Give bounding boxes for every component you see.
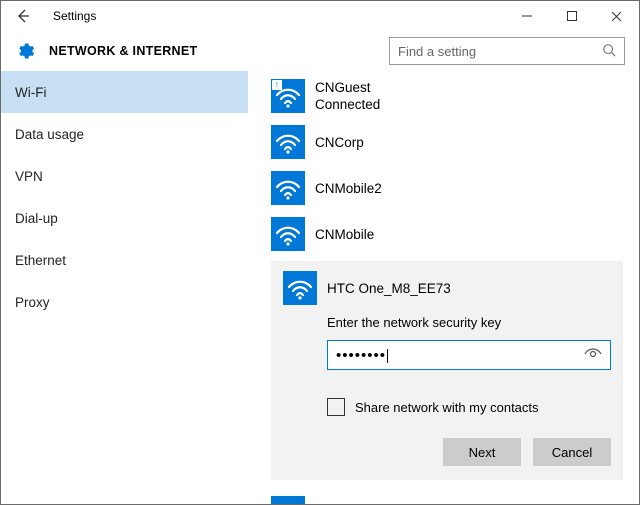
titlebar: Settings	[1, 1, 639, 31]
network-status: Connected	[315, 96, 380, 113]
wifi-icon	[271, 217, 305, 251]
gear-icon	[15, 41, 35, 61]
share-checkbox[interactable]	[327, 398, 345, 416]
search-icon	[602, 43, 616, 60]
content-area: ! CNGuestConnected CNCorp CNMobile2 CNMobile…	[249, 71, 639, 504]
search-input[interactable]: Find a setting	[389, 37, 625, 65]
sidebar-item-wi-fi[interactable]: Wi-Fi	[1, 71, 248, 113]
sidebar-item-vpn[interactable]: VPN	[1, 155, 248, 197]
network-name: CNCorp	[315, 134, 364, 151]
security-key-prompt: Enter the network security key	[327, 315, 611, 330]
sidebar-item-proxy[interactable]: Proxy	[1, 281, 248, 323]
sidebar: Wi-FiData usageVPNDial-upEthernetProxy	[1, 71, 249, 504]
page-header: NETWORK & INTERNET Find a setting	[1, 31, 639, 71]
wifi-icon	[283, 271, 317, 305]
network-name: CNGuestConnected	[315, 79, 380, 113]
network-item-selected[interactable]: HTC One_M8_EE73	[283, 271, 611, 315]
wifi-icon	[271, 125, 305, 159]
network-item[interactable]: CNMobile2	[271, 165, 639, 211]
network-name: CNMobile	[315, 226, 374, 243]
minimize-button[interactable]	[504, 1, 549, 31]
wifi-icon	[271, 171, 305, 205]
network-item[interactable]: CNMobile	[271, 211, 639, 257]
sidebar-item-ethernet[interactable]: Ethernet	[1, 239, 248, 281]
window-controls	[504, 1, 639, 31]
cancel-button[interactable]: Cancel	[533, 438, 611, 466]
search-placeholder: Find a setting	[398, 44, 602, 59]
network-name: HTC One_M8_EE73	[327, 280, 451, 297]
password-mask: ••••••••	[336, 347, 584, 364]
next-button[interactable]: Next	[443, 438, 521, 466]
network-item[interactable]: ! CNGuestConnected	[271, 73, 639, 119]
sidebar-item-dial-up[interactable]: Dial-up	[1, 197, 248, 239]
network-item[interactable]: Caroline's iPhone	[271, 490, 639, 504]
password-input[interactable]: ••••••••	[327, 340, 611, 370]
wifi-icon	[271, 496, 305, 504]
back-button[interactable]	[9, 2, 37, 30]
connect-panel: HTC One_M8_EE73 Enter the network securi…	[271, 261, 623, 480]
network-item[interactable]: CNCorp	[271, 119, 639, 165]
page-title: NETWORK & INTERNET	[49, 44, 197, 58]
sidebar-item-data-usage[interactable]: Data usage	[1, 113, 248, 155]
share-contacts-row[interactable]: Share network with my contacts	[327, 398, 611, 416]
maximize-button[interactable]	[549, 1, 594, 31]
reveal-password-icon[interactable]	[584, 348, 602, 363]
window-title: Settings	[53, 9, 96, 23]
share-label: Share network with my contacts	[355, 400, 539, 415]
close-button[interactable]	[594, 1, 639, 31]
wifi-icon: !	[271, 79, 305, 113]
network-name: CNMobile2	[315, 180, 382, 197]
